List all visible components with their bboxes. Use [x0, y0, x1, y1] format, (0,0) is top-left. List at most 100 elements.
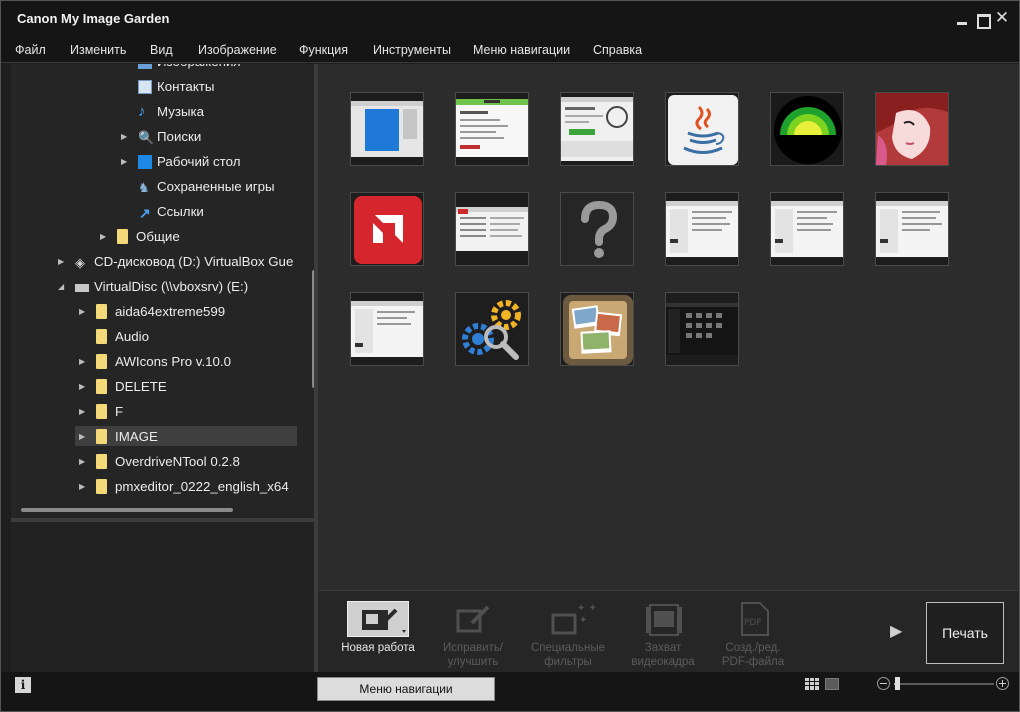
video-capture-button[interactable]: Захват видеокадра	[623, 601, 703, 669]
tree-item[interactable]: ▶ pmxeditor_0222_english_x64	[11, 476, 311, 498]
thumbnail-15[interactable]	[560, 292, 634, 366]
tree-item[interactable]: ▶ aida64extreme599	[11, 301, 311, 323]
expand-arrow-icon[interactable]: ▶	[79, 301, 89, 323]
tree-item[interactable]: ↗ Ссылки	[11, 201, 311, 223]
tree-item-label: Audio	[115, 329, 150, 344]
thumbnail-1[interactable]	[350, 92, 424, 166]
expand-arrow-icon[interactable]: ▶	[79, 451, 89, 473]
new-work-button[interactable]: Новая работа	[338, 601, 418, 655]
tree-item[interactable]: ▶ 🔍 Поиски	[11, 126, 311, 148]
minimize-button[interactable]	[954, 11, 970, 27]
special-filters-button[interactable]: ✦ ✦ ✦ Специальные фильтры	[528, 601, 608, 669]
links-icon: ↗	[139, 205, 151, 221]
fix-enhance-button[interactable]: Исправить/ улучшить	[433, 601, 513, 669]
zoom-slider-track[interactable]	[894, 683, 994, 685]
menu-function[interactable]: Функция	[299, 43, 348, 57]
grid-view-icon[interactable]	[805, 678, 819, 690]
zoom-slider-handle[interactable]	[895, 677, 900, 690]
thumbnail-2[interactable]	[455, 92, 529, 166]
tree-item[interactable]: ▶ Общие	[11, 226, 311, 248]
expand-arrow-icon[interactable]: ◢	[58, 276, 68, 298]
folder-tree: Изображения Контакты ♪ Музыка ▶ 🔍Поиски ▶ Рабоч…	[11, 64, 314, 518]
expand-arrow-icon[interactable]: ▶	[79, 476, 89, 498]
tree-item-label: Рабочий стол	[157, 154, 241, 169]
menu-edit[interactable]: Изменить	[70, 43, 126, 57]
thumbnail-grid	[318, 64, 1019, 590]
info-icon[interactable]: i	[15, 677, 31, 693]
menu-image[interactable]: Изображение	[198, 43, 277, 57]
amd-logo-thumbnail	[354, 196, 422, 264]
program-window-thumbnail	[456, 207, 528, 251]
menu-view[interactable]: Вид	[150, 43, 173, 57]
thumbnail-3[interactable]	[560, 92, 634, 166]
close-button[interactable]: ✕	[994, 9, 1010, 27]
pdf-button[interactable]: PDF Созд./ред. PDF-файла	[713, 601, 793, 669]
folder-icon	[96, 304, 107, 319]
menu-file[interactable]: Файл	[15, 43, 46, 57]
single-view-icon[interactable]	[825, 678, 839, 690]
program-window-thumbnail	[666, 201, 738, 257]
maximize-button[interactable]	[974, 11, 991, 29]
toolbar-scroll-right-icon[interactable]: ▶	[890, 621, 902, 641]
program-window-thumbnail	[351, 301, 423, 357]
expand-arrow-icon[interactable]: ▶	[58, 251, 68, 273]
thumbnail-7[interactable]	[350, 192, 424, 266]
thumbnail-13[interactable]	[350, 292, 424, 366]
windows-tile-thumbnail	[351, 101, 423, 157]
searches-icon: 🔍	[138, 130, 155, 145]
status-bar: i Меню навигации	[1, 672, 1019, 711]
svg-text:✦: ✦	[579, 615, 587, 626]
expand-arrow-icon[interactable]: ▶	[79, 426, 89, 448]
menu-navigation[interactable]: Меню навигации	[473, 43, 570, 57]
expand-arrow-icon[interactable]: ▶	[121, 126, 131, 148]
thumbnail-4[interactable]	[665, 92, 739, 166]
tree-item[interactable]: ▶ ◈ CD-дисковод (D:) VirtualBox Gue	[11, 251, 311, 273]
navigation-menu-button[interactable]: Меню навигации	[317, 677, 495, 701]
folder-icon	[96, 454, 107, 469]
program-window-thumbnail	[771, 201, 843, 257]
expand-arrow-icon[interactable]: ▶	[121, 151, 131, 173]
tree-item[interactable]: ▶ OverdriveNTool 0.2.8	[11, 451, 311, 473]
menu-tools[interactable]: Инструменты	[373, 43, 451, 57]
tree-item[interactable]: ▶ IMAGE	[11, 426, 311, 448]
expand-arrow-icon[interactable]: ▶	[100, 226, 110, 248]
tree-item[interactable]: Audio	[11, 326, 311, 348]
tree-item[interactable]: ♪ Музыка	[11, 101, 311, 123]
tree-horizontal-scrollbar[interactable]	[21, 508, 233, 512]
folder-icon	[117, 229, 128, 244]
tree-item[interactable]: ♞ Сохраненные игры	[11, 176, 311, 198]
special-filters-label: Специальные фильтры	[530, 642, 606, 668]
thumbnail-14[interactable]	[455, 292, 529, 366]
saved-games-icon: ♞	[138, 180, 150, 195]
tree-item[interactable]: ▶ Рабочий стол	[11, 151, 311, 173]
tree-item[interactable]: ▶ F	[11, 401, 311, 423]
thumbnail-9[interactable]	[560, 192, 634, 266]
video-capture-icon	[632, 601, 694, 637]
tree-item[interactable]: ▶ AWIcons Pro v.10.0	[11, 351, 311, 373]
thumbnail-12[interactable]	[875, 192, 949, 266]
thumbnail-6[interactable]	[875, 92, 949, 166]
zoom-out-icon[interactable]	[877, 677, 890, 690]
zoom-in-icon[interactable]	[996, 677, 1009, 690]
tree-item-label: aida64extreme599	[115, 304, 226, 319]
program-window-thumbnail	[876, 201, 948, 257]
tree-item[interactable]: Контакты	[11, 76, 311, 98]
expand-arrow-icon[interactable]: ▶	[79, 401, 89, 423]
tree-item[interactable]: ▶ DELETE	[11, 376, 311, 398]
expand-arrow-icon[interactable]: ▶	[79, 376, 89, 398]
thumbnail-5[interactable]	[770, 92, 844, 166]
tree-item[interactable]: Изображения	[11, 64, 311, 73]
expand-arrow-icon[interactable]: ▶	[79, 351, 89, 373]
print-button[interactable]: Печать	[926, 602, 1004, 664]
tree-item[interactable]: ◢ VirtualDisc (\\vboxsrv) (E:)	[11, 276, 311, 298]
menu-help[interactable]: Справка	[593, 43, 642, 57]
thumbnail-11[interactable]	[770, 192, 844, 266]
tree-item-label: VirtualDisc (\\vboxsrv) (E:)	[94, 279, 249, 294]
tree-item-label: DELETE	[115, 379, 167, 394]
folder-icon	[96, 329, 107, 344]
router-page-thumbnail	[561, 97, 633, 161]
thumbnail-10[interactable]	[665, 192, 739, 266]
thumbnail-16[interactable]	[665, 292, 739, 366]
thumbnail-8[interactable]	[455, 192, 529, 266]
lower-left-panel	[11, 522, 314, 672]
